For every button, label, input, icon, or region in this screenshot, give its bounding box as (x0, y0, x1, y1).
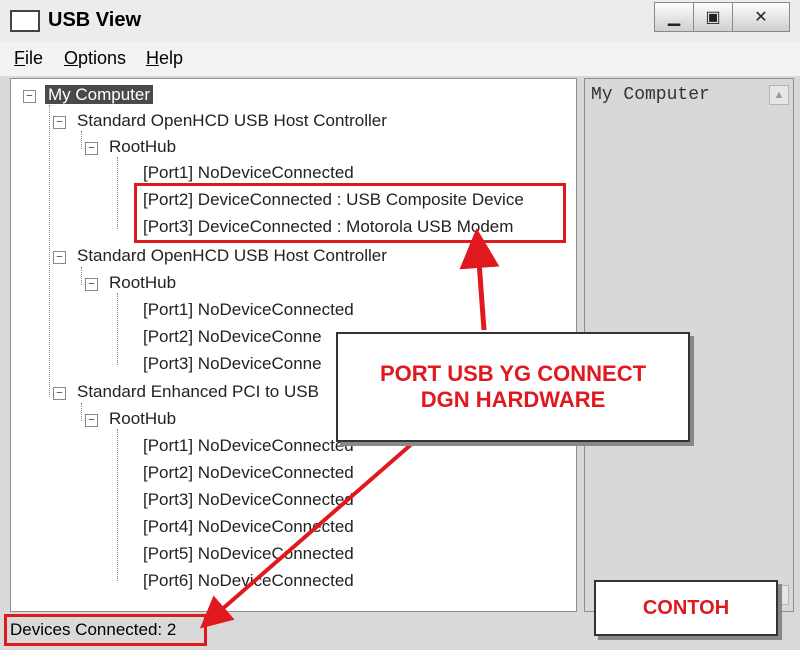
tree-hub-row[interactable]: − RootHub (85, 273, 176, 293)
tree-line (117, 429, 118, 581)
tree-port-row[interactable]: [Port1] NoDeviceConnected (143, 163, 354, 183)
window-controls: ▁ ▣ ✕ (654, 2, 790, 32)
menu-file-mnemonic: F (14, 48, 25, 68)
highlight-connected-ports (134, 183, 566, 243)
menu-help[interactable]: Help (146, 48, 183, 69)
menu-bar: File Options Help (0, 42, 800, 76)
close-icon: ✕ (754, 9, 768, 26)
tree-root-row[interactable]: − My Computer (23, 85, 154, 105)
hub-label: RootHub (109, 273, 177, 292)
menu-help-label: elp (159, 48, 184, 68)
tree-port-row[interactable]: [Port3] NoDeviceConnected (143, 490, 354, 510)
tree-controller-row[interactable]: − Standard Enhanced PCI to USB (53, 382, 319, 402)
callout-line-2: DGN HARDWARE (420, 387, 606, 412)
menu-file-label: ile (25, 48, 44, 68)
collapse-icon[interactable]: − (85, 414, 98, 427)
menu-options-label: ptions (78, 48, 127, 68)
menu-options-mnemonic: O (64, 48, 79, 68)
controller-label: Standard OpenHCD USB Host Controller (77, 111, 387, 130)
tree-root-label: My Computer (45, 85, 154, 104)
close-button[interactable]: ✕ (732, 2, 790, 32)
minimize-icon: ▁ (667, 9, 681, 26)
collapse-icon[interactable]: − (53, 116, 66, 129)
maximize-icon: ▣ (705, 9, 721, 26)
window-title: USB View (48, 9, 141, 31)
usbview-window: USB View ▁ ▣ ✕ File Options Help − My Co… (0, 0, 800, 650)
collapse-icon[interactable]: − (23, 90, 36, 103)
minimize-button[interactable]: ▁ (654, 2, 694, 32)
tree-controller-row[interactable]: − Standard OpenHCD USB Host Controller (53, 111, 387, 131)
tree-line (117, 293, 118, 365)
menu-file[interactable]: File (14, 48, 43, 69)
tree-line (81, 131, 82, 149)
tree-port-row[interactable]: [Port3] NoDeviceConne (143, 354, 322, 374)
tree-line (81, 267, 82, 285)
callout-main: PORT USB YG CONNECT DGN HARDWARE (336, 332, 690, 442)
tree-hub-row[interactable]: − RootHub (85, 409, 176, 429)
hub-label: RootHub (109, 409, 177, 428)
collapse-icon[interactable]: − (53, 251, 66, 264)
collapse-icon[interactable]: − (85, 278, 98, 291)
highlight-status (4, 614, 207, 646)
tree-port-row[interactable]: [Port1] NoDeviceConnected (143, 436, 354, 456)
menu-options[interactable]: Options (64, 48, 126, 69)
tree-hub-row[interactable]: − RootHub (85, 137, 176, 157)
menu-help-mnemonic: H (146, 48, 159, 68)
controller-label: Standard OpenHCD USB Host Controller (77, 246, 387, 265)
tree-port-row[interactable]: [Port1] NoDeviceConnected (143, 300, 354, 320)
tree-line (49, 105, 50, 397)
collapse-icon[interactable]: − (85, 142, 98, 155)
hub-label: RootHub (109, 137, 177, 156)
tree-port-row[interactable]: [Port2] NoDeviceConnected (143, 463, 354, 483)
title-bar[interactable]: USB View ▁ ▣ ✕ (0, 0, 800, 42)
tree-line (117, 157, 118, 229)
detail-text: My Computer (591, 85, 710, 105)
callout-example: CONTOH (594, 580, 778, 636)
tree-port-row[interactable]: [Port4] NoDeviceConnected (143, 517, 354, 537)
tree-port-row[interactable]: [Port2] NoDeviceConne (143, 327, 322, 347)
tree-port-row[interactable]: [Port5] NoDeviceConnected (143, 544, 354, 564)
scroll-up-arrow-icon[interactable]: ▲ (769, 85, 789, 105)
tree-port-row[interactable]: [Port6] NoDeviceConnected (143, 571, 354, 591)
collapse-icon[interactable]: − (53, 387, 66, 400)
tree-line (81, 403, 82, 421)
controller-label: Standard Enhanced PCI to USB (77, 382, 319, 401)
app-window-icon (10, 10, 40, 32)
maximize-button[interactable]: ▣ (693, 2, 733, 32)
callout-line-1: PORT USB YG CONNECT (379, 361, 647, 386)
tree-controller-row[interactable]: − Standard OpenHCD USB Host Controller (53, 246, 387, 266)
